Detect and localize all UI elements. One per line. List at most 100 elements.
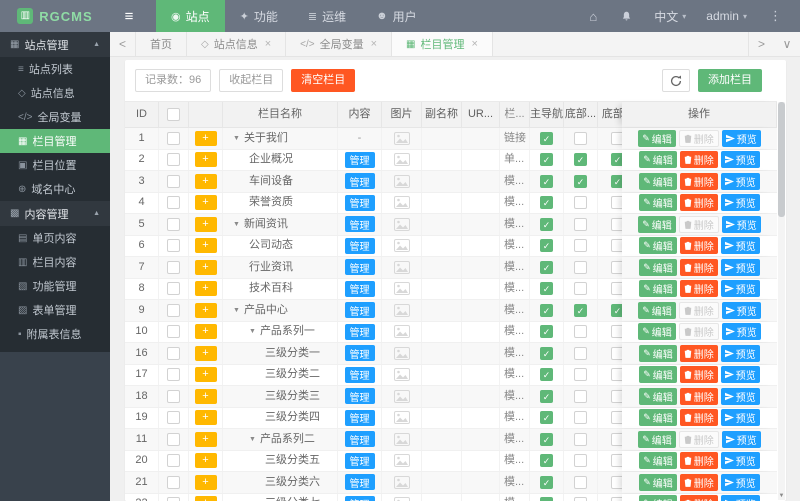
preview-button[interactable]: 预览 — [720, 237, 760, 255]
main-nav-checkbox[interactable]: ✓ — [540, 475, 553, 489]
vertical-scrollbar[interactable]: ▼ — [778, 102, 785, 500]
row-select-checkbox[interactable] — [167, 239, 180, 253]
sidebar-item[interactable]: ▪ 附属表信息 — [0, 322, 110, 346]
edit-button[interactable]: ✎编辑 — [639, 172, 677, 190]
main-nav-checkbox[interactable]: ✓ — [540, 174, 553, 188]
preview-button[interactable]: 预览 — [720, 194, 760, 212]
footer1-checkbox[interactable] — [574, 217, 587, 231]
image-cell[interactable] — [382, 429, 422, 450]
main-nav-checkbox[interactable]: ✓ — [540, 346, 553, 360]
main-nav-checkbox[interactable]: ✓ — [540, 217, 553, 231]
sidebar-item[interactable]: ⊕ 域名中心 — [0, 177, 110, 201]
main-nav-checkbox[interactable]: ✓ — [540, 325, 553, 339]
main-nav-checkbox[interactable]: ✓ — [540, 131, 553, 145]
image-cell[interactable] — [382, 214, 422, 235]
top-nav-item[interactable]: ✦ 功能 — [225, 0, 293, 32]
tree-collapse-icon[interactable]: ▼ — [233, 300, 240, 321]
edit-button[interactable]: ✎编辑 — [639, 151, 677, 169]
preview-button[interactable]: 预览 — [720, 409, 760, 427]
edit-button[interactable]: ✎编辑 — [638, 215, 676, 233]
image-cell[interactable] — [382, 235, 422, 256]
manage-content-button[interactable]: 管理 — [344, 151, 375, 168]
row-select-checkbox[interactable] — [167, 260, 180, 274]
manage-content-button[interactable]: 管理 — [344, 280, 375, 297]
row-select-checkbox[interactable] — [167, 196, 180, 210]
footer1-checkbox[interactable] — [574, 389, 587, 403]
preview-button[interactable]: 预览 — [721, 323, 761, 341]
manage-content-button[interactable]: 管理 — [344, 345, 375, 362]
sidebar-item[interactable]: ▧ 功能管理 — [0, 274, 110, 298]
footer1-checkbox[interactable] — [574, 239, 587, 253]
add-child-column-button[interactable]: + — [194, 302, 217, 318]
select-all-checkbox[interactable] — [167, 108, 180, 121]
tab-close-icon[interactable]: × — [371, 38, 377, 50]
delete-button[interactable]: 删除 — [679, 409, 718, 427]
row-select-checkbox[interactable] — [167, 497, 180, 501]
manage-content-button[interactable]: 管理 — [344, 237, 375, 254]
row-select-checkbox[interactable] — [167, 368, 180, 382]
home-icon[interactable]: ⌂ — [577, 9, 609, 24]
footer1-checkbox[interactable] — [574, 131, 587, 145]
footer1-checkbox[interactable] — [574, 411, 587, 425]
delete-button[interactable]: 删除 — [679, 495, 718, 501]
row-select-checkbox[interactable] — [167, 131, 180, 145]
top-nav-item[interactable]: ◉ 站点 — [156, 0, 225, 32]
image-cell[interactable] — [382, 493, 422, 501]
main-nav-checkbox[interactable]: ✓ — [540, 411, 553, 425]
delete-button[interactable]: 删除 — [679, 344, 718, 362]
manage-content-button[interactable]: 管理 — [344, 323, 375, 340]
delete-button[interactable]: 删除 — [678, 301, 719, 319]
hamburger-menu-icon[interactable]: ≡ — [110, 0, 148, 32]
preview-button[interactable]: 预览 — [720, 473, 760, 491]
preview-button[interactable]: 预览 — [720, 387, 760, 405]
image-cell[interactable] — [382, 128, 422, 149]
image-cell[interactable] — [382, 300, 422, 321]
footer1-checkbox[interactable]: ✓ — [574, 174, 587, 188]
record-count-button[interactable]: 记录数：96 — [135, 69, 212, 92]
image-cell[interactable] — [382, 278, 422, 299]
delete-button[interactable]: 删除 — [679, 366, 718, 384]
delete-button[interactable]: 删除 — [679, 172, 718, 190]
add-child-column-button[interactable]: + — [194, 496, 217, 501]
top-nav-item[interactable]: ≣ 运维 — [293, 0, 361, 32]
image-cell[interactable] — [382, 257, 422, 278]
sidebar-item[interactable]: ▦ 栏目管理 — [0, 129, 110, 153]
header-name[interactable]: 栏目名称 — [223, 102, 338, 128]
sidebar-section-header[interactable]: ▦ 站点管理 ▲ — [0, 32, 110, 57]
header-mainnav[interactable]: 主导航 — [530, 102, 564, 128]
image-cell[interactable] — [382, 321, 422, 342]
manage-content-button[interactable]: 管理 — [344, 173, 375, 190]
footer1-checkbox[interactable] — [574, 497, 587, 501]
footer1-checkbox[interactable] — [574, 196, 587, 210]
language-dropdown[interactable]: 中文 ▾ — [644, 8, 696, 25]
sidebar-item[interactable]: </> 全局变量 — [0, 105, 110, 129]
edit-button[interactable]: ✎编辑 — [639, 387, 677, 405]
preview-button[interactable]: 预览 — [720, 151, 760, 169]
footer1-checkbox[interactable] — [574, 475, 587, 489]
add-child-column-button[interactable]: + — [194, 281, 217, 297]
footer1-checkbox[interactable] — [574, 325, 587, 339]
add-child-column-button[interactable]: + — [194, 173, 217, 189]
row-select-checkbox[interactable] — [167, 454, 180, 468]
header-footer1[interactable]: 底部... — [564, 102, 598, 128]
delete-button[interactable]: 删除 — [679, 452, 718, 470]
footer1-checkbox[interactable] — [574, 368, 587, 382]
preview-button[interactable]: 预览 — [721, 129, 761, 147]
delete-button[interactable]: 删除 — [679, 258, 718, 276]
edit-button[interactable]: ✎编辑 — [639, 473, 677, 491]
delete-button[interactable]: 删除 — [678, 129, 719, 147]
row-select-checkbox[interactable] — [167, 432, 180, 446]
tab[interactable]: ▦ 栏目管理 × — [392, 32, 493, 56]
add-child-column-button[interactable]: + — [194, 216, 217, 232]
edit-button[interactable]: ✎编辑 — [638, 129, 676, 147]
top-nav-item[interactable]: ☻ 用户 — [361, 0, 432, 32]
tree-collapse-icon[interactable]: ▼ — [233, 214, 240, 235]
footer1-checkbox[interactable]: ✓ — [574, 303, 587, 317]
edit-button[interactable]: ✎编辑 — [639, 258, 677, 276]
sidebar-item[interactable]: ▨ 表单管理 — [0, 298, 110, 322]
row-select-checkbox[interactable] — [167, 303, 180, 317]
header-type[interactable]: 栏... — [500, 102, 530, 128]
manage-content-button[interactable]: 管理 — [344, 474, 375, 491]
add-column-button[interactable]: 添加栏目 — [698, 69, 762, 92]
manage-content-button[interactable]: 管理 — [344, 302, 375, 319]
